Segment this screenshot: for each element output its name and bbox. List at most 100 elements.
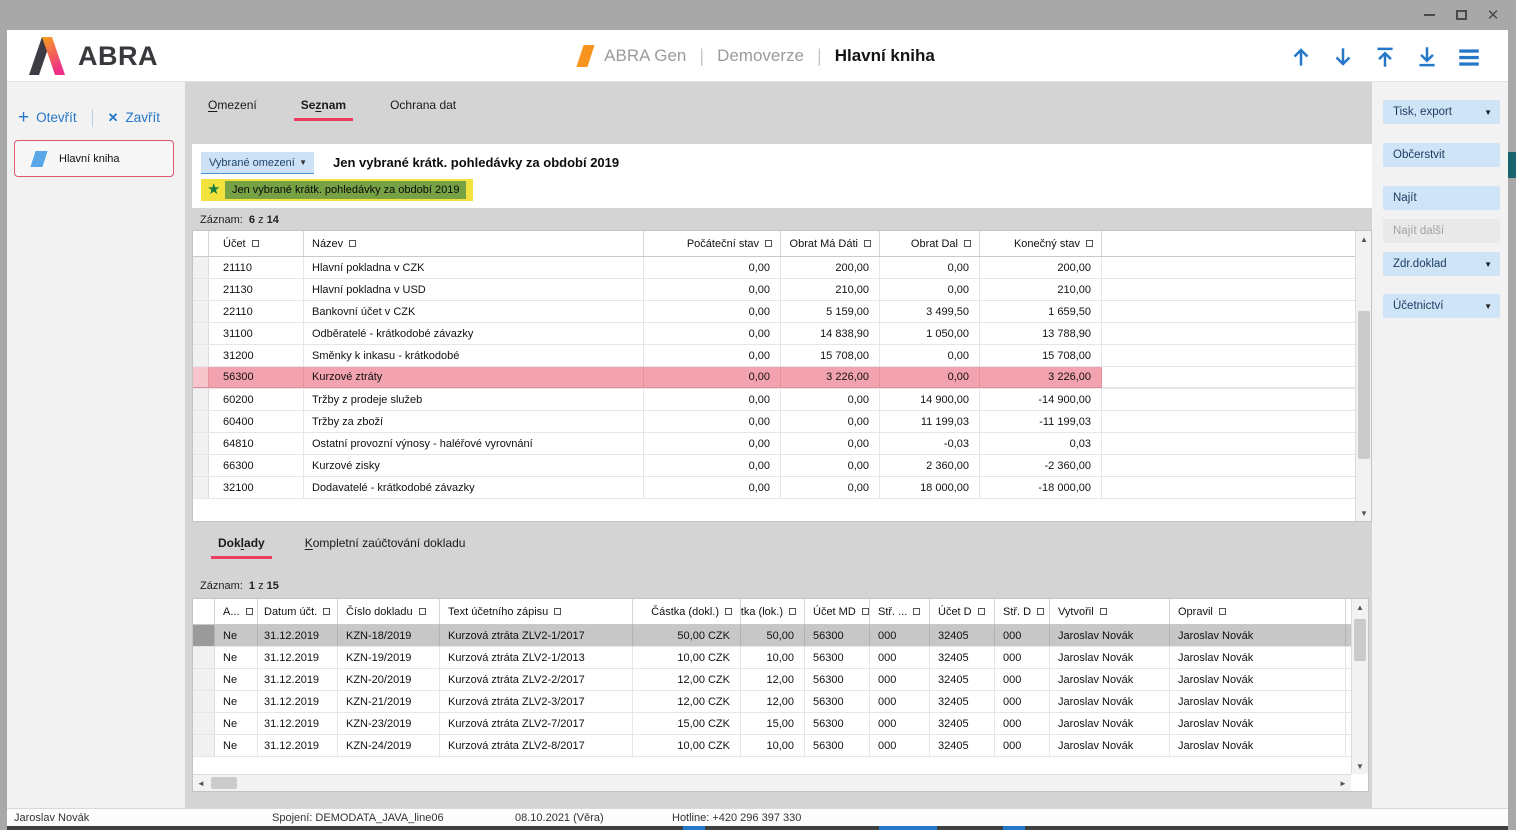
- highlighted-filter-item[interactable]: Jen vybrané krátk. pohledávky za období …: [225, 181, 466, 199]
- sort-box-icon: [1086, 240, 1093, 247]
- ucetnictvi-button[interactable]: Účetnictví▼: [1383, 294, 1500, 318]
- column-header-castka-lok[interactable]: Částka (lok.): [741, 599, 805, 624]
- table-row[interactable]: Ne31.12.2019KZN-23/2019Kurzová ztráta ZL…: [193, 713, 1368, 735]
- column-header-obrat-dal[interactable]: Obrat Dal: [880, 231, 980, 256]
- scroll-up-arrow[interactable]: ▲: [1356, 231, 1372, 247]
- table-row[interactable]: 21130Hlavní pokladna v USD0,00210,000,00…: [193, 279, 1371, 301]
- cell: 0,00: [644, 301, 781, 322]
- column-header-konecny-stav[interactable]: Konečný stav: [980, 231, 1102, 256]
- cell: 000: [995, 691, 1050, 712]
- scroll-thumb[interactable]: [1358, 311, 1370, 459]
- row-gutter: [193, 257, 209, 278]
- horizontal-scrollbar[interactable]: ◄►: [193, 774, 1351, 791]
- chevron-down-icon: ▼: [1484, 260, 1500, 269]
- maximize-glyph: [1456, 10, 1467, 20]
- column-header-str[interactable]: Stř. ...: [870, 599, 930, 624]
- cell: 3 226,00: [781, 367, 880, 388]
- scroll-thumb[interactable]: [1354, 619, 1366, 661]
- arrow-to-bottom-icon[interactable]: [1413, 43, 1440, 70]
- column-header-ucet-d[interactable]: Účet D: [930, 599, 995, 624]
- cell: 64810: [209, 433, 304, 454]
- table-row[interactable]: Ne31.12.2019KZN-19/2019Kurzová ztráta ZL…: [193, 647, 1368, 669]
- detail-tab-kompletni-zauctovani-dokladu[interactable]: Kompletní zaúčtování dokladu: [305, 536, 466, 557]
- arrow-up-icon[interactable]: [1287, 43, 1314, 70]
- close-button[interactable]: Zavřít: [126, 110, 161, 125]
- cell-filler: [1102, 389, 1371, 410]
- column-header-pocatecni-stav[interactable]: Počáteční stav: [644, 231, 781, 256]
- arrow-to-top-icon[interactable]: [1371, 43, 1398, 70]
- restriction-dropdown[interactable]: Vybrané omezení ▼: [201, 152, 314, 174]
- cell: Kurzová ztráta ZLV2-8/2017: [440, 735, 633, 756]
- column-header-cislo-dokladu[interactable]: Číslo dokladu: [338, 599, 440, 624]
- column-header-vytvoril[interactable]: Vytvořil: [1050, 599, 1170, 624]
- table-row[interactable]: 60400Tržby za zboží0,000,0011 199,03-11 …: [193, 411, 1371, 433]
- cell: Ostatní provozní výnosy - haléřové vyrov…: [304, 433, 644, 454]
- minimize-icon[interactable]: [1418, 4, 1440, 26]
- column-header-a[interactable]: A...: [215, 599, 258, 624]
- row-gutter: [193, 389, 209, 410]
- docked-panel-tab[interactable]: [1508, 152, 1516, 178]
- scroll-up-arrow[interactable]: ▲: [1352, 599, 1368, 615]
- vertical-scrollbar[interactable]: ▲▼: [1351, 599, 1368, 774]
- table-row[interactable]: 31200Směnky k inkasu - krátkodobé0,0015 …: [193, 345, 1371, 367]
- table-row[interactable]: 31100Odběratelé - krátkodobé závazky0,00…: [193, 323, 1371, 345]
- column-header-opravil[interactable]: Opravil: [1170, 599, 1346, 624]
- table-row[interactable]: Ne31.12.2019KZN-20/2019Kurzová ztráta ZL…: [193, 669, 1368, 691]
- cell-filler: [1102, 455, 1371, 476]
- arrow-down-icon[interactable]: [1329, 43, 1356, 70]
- obcerstvit-button[interactable]: Občerstvit: [1383, 143, 1500, 167]
- open-button[interactable]: Otevřít: [36, 110, 77, 125]
- tisk-export-button[interactable]: Tisk, export▼: [1383, 100, 1500, 124]
- table-row[interactable]: 32100Dodavatelé - krátkodobé závazky0,00…: [193, 477, 1371, 499]
- table-row[interactable]: 64810Ostatní provozní výnosy - haléřové …: [193, 433, 1371, 455]
- cell: 000: [995, 625, 1050, 646]
- sort-box-icon: [246, 608, 253, 615]
- close-x-icon: ✕: [108, 110, 119, 126]
- column-header-str-d[interactable]: Stř. D: [995, 599, 1050, 624]
- cell: 15 708,00: [781, 345, 880, 366]
- column-header-datum-uct[interactable]: Datum účt.: [258, 599, 338, 624]
- tab-ochrana-dat[interactable]: Ochrana dat: [390, 98, 456, 119]
- scroll-right-arrow[interactable]: ►: [1335, 775, 1351, 791]
- column-header-obrat-ma-dati[interactable]: Obrat Má Dáti: [781, 231, 880, 256]
- plus-icon: +: [18, 108, 29, 127]
- column-header-nazev[interactable]: Název: [304, 231, 644, 256]
- cell-filler: [1102, 411, 1371, 432]
- detail-tab-doklady[interactable]: Doklady: [218, 536, 265, 557]
- menu-icon[interactable]: [1455, 43, 1482, 70]
- table-row[interactable]: 21110Hlavní pokladna v CZK0,00200,000,00…: [193, 257, 1371, 279]
- tab-omezeni[interactable]: Omezení: [208, 98, 257, 119]
- table-row[interactable]: 22110Bankovní účet v CZK0,005 159,003 49…: [193, 301, 1371, 323]
- chevron-down-icon: ▼: [1484, 302, 1500, 311]
- scroll-thumb[interactable]: [211, 777, 237, 789]
- column-header-text-ucetniho-zapisu[interactable]: Text účetního zápisu: [440, 599, 633, 624]
- tab-seznam[interactable]: Seznam: [301, 98, 346, 119]
- table-row[interactable]: Ne31.12.2019KZN-21/2019Kurzová ztráta ZL…: [193, 691, 1368, 713]
- scroll-left-arrow[interactable]: ◄: [193, 775, 209, 791]
- close-icon[interactable]: ✕: [1482, 4, 1504, 26]
- column-header-label: Konečný stav: [1014, 238, 1080, 250]
- breadcrumb-separator: |: [817, 46, 822, 67]
- column-header-ucet-md[interactable]: Účet MD: [805, 599, 870, 624]
- sidebar-item-hlavni-kniha[interactable]: Hlavní kniha: [14, 140, 174, 177]
- scroll-down-arrow[interactable]: ▼: [1352, 758, 1368, 774]
- cell: 0,00: [781, 433, 880, 454]
- vertical-scrollbar[interactable]: ▲▼: [1355, 231, 1372, 521]
- sort-box-icon: [554, 608, 561, 615]
- column-header-castka-dokl[interactable]: Částka (dokl.): [633, 599, 741, 624]
- maximize-icon[interactable]: [1450, 4, 1472, 26]
- table-row[interactable]: Ne31.12.2019KZN-18/2019Kurzová ztráta ZL…: [193, 625, 1368, 647]
- cell: 000: [995, 647, 1050, 668]
- table-row[interactable]: Ne31.12.2019KZN-24/2019Kurzová ztráta ZL…: [193, 735, 1368, 757]
- sort-box-icon: [978, 608, 985, 615]
- table-row[interactable]: 60200Tržby z prodeje služeb0,000,0014 90…: [193, 389, 1371, 411]
- najit-button[interactable]: Najít: [1383, 186, 1500, 210]
- zdr-doklad-button[interactable]: Zdr.doklad▼: [1383, 252, 1500, 276]
- table-row[interactable]: 66300Kurzové zisky0,000,002 360,00-2 360…: [193, 455, 1371, 477]
- cell: 000: [870, 669, 930, 690]
- column-header-label: Účet D: [938, 606, 972, 618]
- column-header-ucet[interactable]: Účet: [209, 231, 304, 256]
- table-row[interactable]: 56300Kurzové ztráty0,003 226,000,003 226…: [193, 367, 1371, 389]
- cell: 5 159,00: [781, 301, 880, 322]
- scroll-down-arrow[interactable]: ▼: [1356, 505, 1372, 521]
